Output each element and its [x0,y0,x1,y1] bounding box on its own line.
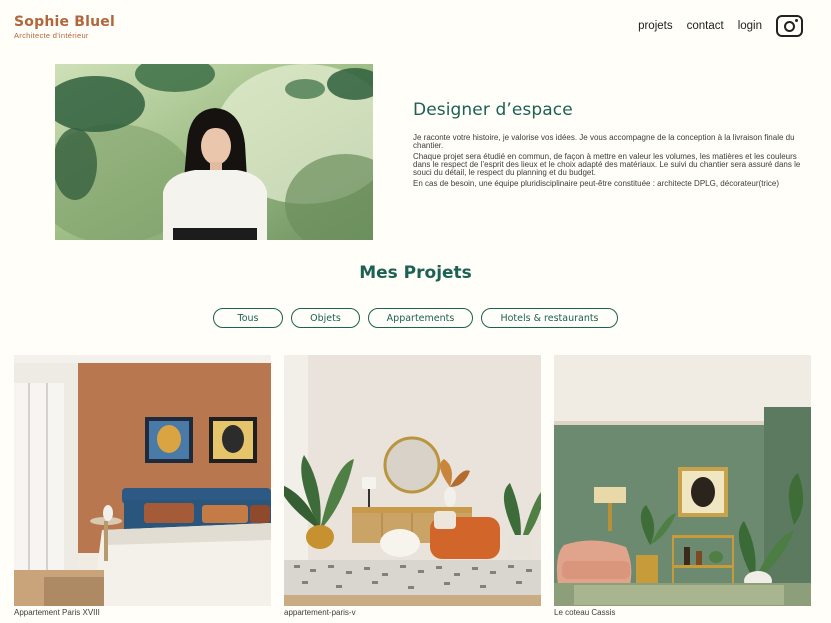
project-gallery: Appartement Paris XVIII appartement-pari… [14,355,811,623]
project-image [284,355,541,606]
introduction-paragraph: Chaque projet sera étudié en commun, de … [413,152,801,177]
architect-portrait-photo [55,64,373,240]
site-header: Sophie Bluel Architecte d'intérieur proj… [0,0,831,52]
logo-subtitle: Architecte d'intérieur [14,31,89,40]
filter-bar: Tous Objets Appartements Hotels & restau… [0,308,831,328]
filter-objects-button[interactable]: Objets [291,308,360,328]
filter-hotels-button[interactable]: Hotels & restaurants [481,308,618,328]
project-card[interactable]: Appartement Paris XVIII [14,355,271,618]
nav-login[interactable]: login [738,14,762,38]
project-image [14,355,271,606]
main-nav: projets contact login [624,14,803,38]
project-caption: Appartement Paris XVIII [14,608,100,617]
nav-projets[interactable]: projets [638,14,673,38]
instagram-icon[interactable] [776,15,803,37]
instagram-lens [784,20,795,32]
instagram-dot [795,19,798,22]
introduction-title: Designer d’espace [413,100,573,120]
filter-all-button[interactable]: Tous [213,308,283,328]
introduction-paragraph: En cas de besoin, une équipe pluridiscip… [413,179,779,188]
project-caption: appartement-paris-v [284,608,356,617]
logo[interactable]: Sophie Bluel Architecte d'intérieur [14,14,115,40]
project-card[interactable]: Le coteau Cassis [554,355,811,618]
project-card[interactable]: appartement-paris-v [284,355,541,618]
projects-title: Mes Projets [359,263,472,283]
logo-title: Sophie Bluel [14,14,115,30]
project-image [554,355,811,606]
filter-apartments-button[interactable]: Appartements [368,308,473,328]
project-caption: Le coteau Cassis [554,608,616,617]
introduction-paragraph: Je raconte votre histoire, je valorise v… [413,133,795,150]
introduction-text: Designer d’espace Je raconte votre histo… [413,100,813,191]
nav-contact[interactable]: contact [687,14,724,38]
